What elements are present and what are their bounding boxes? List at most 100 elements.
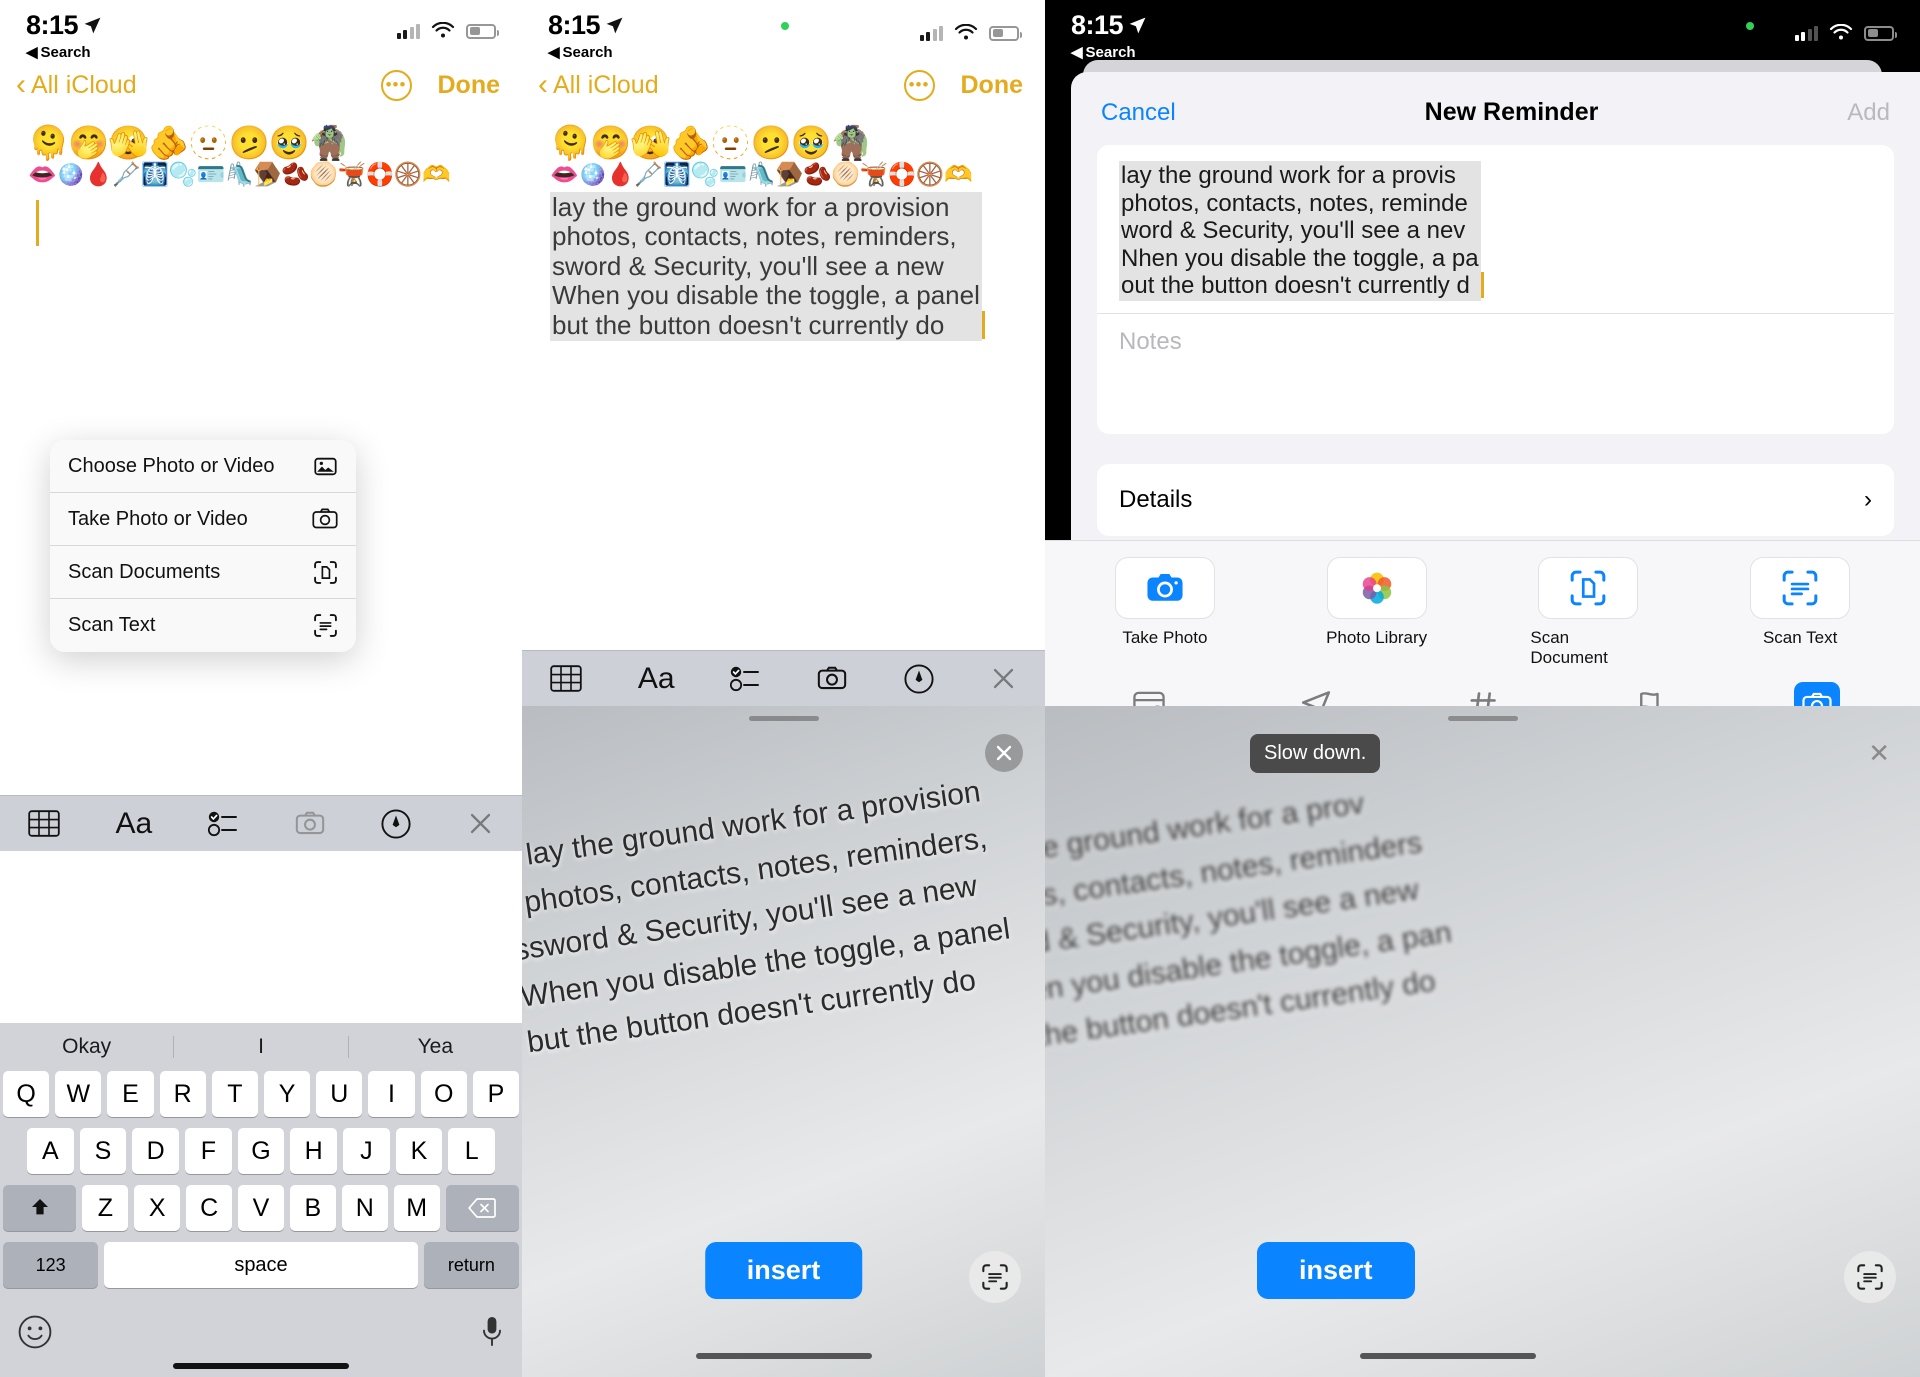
- text-line: When you disable the toggle, a panel: [552, 280, 980, 311]
- status-back-to-search[interactable]: ◀ Search: [548, 43, 624, 62]
- return-key[interactable]: return: [423, 1242, 519, 1288]
- table-icon[interactable]: [550, 665, 582, 692]
- emoji: 🫕: [859, 161, 889, 187]
- key-c[interactable]: C: [186, 1185, 233, 1231]
- status-time: 8:15: [548, 10, 601, 40]
- emoji-smiley-icon[interactable]: [18, 1315, 52, 1349]
- cellular-signal-icon: [396, 23, 420, 39]
- quick-action-scan-text[interactable]: Scan Text: [1742, 557, 1858, 668]
- key-u[interactable]: U: [316, 1071, 363, 1117]
- format-button[interactable]: Aa: [116, 807, 153, 841]
- key-j[interactable]: J: [343, 1128, 390, 1174]
- checklist-icon[interactable]: [207, 810, 238, 837]
- live-text-scan-button[interactable]: [969, 1251, 1021, 1303]
- menu-item-scan-documents[interactable]: Scan Documents: [50, 546, 356, 599]
- reminder-notes-field[interactable]: Notes: [1097, 314, 1894, 434]
- markup-pen-icon[interactable]: [381, 808, 411, 839]
- notes-format-toolbar: Aa: [0, 795, 522, 851]
- cellular-signal-icon: [919, 25, 943, 41]
- key-g[interactable]: G: [237, 1128, 285, 1174]
- emoji: 🛝: [746, 161, 776, 187]
- close-icon[interactable]: [990, 665, 1017, 692]
- menu-item-take-photo-or-video[interactable]: Take Photo or Video: [50, 493, 356, 546]
- camera-document-text: o lay the ground work for a provision , …: [522, 768, 1019, 1067]
- close-camera-button[interactable]: ✕: [1868, 738, 1890, 769]
- key-d[interactable]: D: [132, 1128, 179, 1174]
- key-e[interactable]: E: [107, 1071, 154, 1117]
- emoji: 🧌: [308, 124, 350, 161]
- key-z[interactable]: Z: [82, 1185, 129, 1231]
- key-v[interactable]: V: [238, 1185, 284, 1231]
- text-line: lay the ground work for a provis: [1121, 162, 1456, 189]
- key-f[interactable]: F: [185, 1128, 232, 1174]
- status-back-to-search[interactable]: ◀ Search: [1071, 43, 1147, 62]
- nav-done-button[interactable]: Done: [961, 71, 1024, 100]
- live-text-scan-button[interactable]: [1844, 1251, 1896, 1303]
- key-r[interactable]: R: [159, 1071, 206, 1117]
- key-a[interactable]: A: [26, 1128, 74, 1174]
- key-p[interactable]: P: [472, 1071, 520, 1117]
- suggestion-2[interactable]: I: [174, 1035, 347, 1059]
- nav-back-all-icloud[interactable]: ‹ All iCloud: [538, 70, 659, 100]
- key-h[interactable]: H: [290, 1128, 338, 1174]
- key-t[interactable]: T: [211, 1071, 258, 1117]
- nav-done-button[interactable]: Done: [438, 71, 501, 100]
- key-x[interactable]: X: [134, 1185, 181, 1231]
- key-l[interactable]: L: [448, 1128, 496, 1174]
- close-camera-button[interactable]: [985, 734, 1023, 772]
- add-button[interactable]: Add: [1847, 99, 1890, 127]
- ellipsis-circle-icon[interactable]: •••: [380, 69, 412, 101]
- details-row[interactable]: Details ›: [1097, 463, 1894, 536]
- checklist-icon[interactable]: [730, 665, 760, 692]
- space-key[interactable]: space: [104, 1242, 418, 1288]
- key-i[interactable]: I: [368, 1071, 415, 1117]
- insert-button[interactable]: insert: [1257, 1242, 1415, 1299]
- key-n[interactable]: N: [341, 1185, 388, 1231]
- keyboard-row-4: 123 space return: [3, 1242, 519, 1288]
- emoji: 🛝: [224, 161, 254, 187]
- key-y[interactable]: Y: [264, 1071, 311, 1117]
- sheet-grabber[interactable]: [748, 716, 819, 721]
- key-w[interactable]: W: [55, 1071, 102, 1117]
- shift-key[interactable]: [3, 1185, 77, 1231]
- menu-item-choose-photo-or-video[interactable]: Choose Photo or Video: [50, 440, 356, 493]
- key-k[interactable]: K: [395, 1128, 443, 1174]
- status-back-to-search[interactable]: ◀ Search: [26, 43, 102, 62]
- nav-back-all-icloud[interactable]: ‹ All iCloud: [16, 70, 137, 100]
- insert-button[interactable]: insert: [704, 1242, 863, 1299]
- suggestion-1[interactable]: Okay: [0, 1035, 173, 1059]
- cellular-signal-icon: [1794, 25, 1818, 41]
- quick-action-photo-library[interactable]: Photo Library: [1319, 557, 1435, 668]
- text-line: Nhen you disable the toggle, a pa: [1121, 244, 1479, 272]
- close-circle-icon: [996, 745, 1012, 761]
- sheet-grabber[interactable]: [1447, 716, 1518, 721]
- ellipsis-circle-icon[interactable]: •••: [903, 69, 935, 101]
- key-m[interactable]: M: [393, 1185, 440, 1231]
- numbers-key[interactable]: 123: [3, 1242, 99, 1288]
- notes-nav-bar: ‹ All iCloud ••• Done: [522, 58, 1045, 108]
- scanned-text-block[interactable]: lay the ground work for a provision phot…: [550, 192, 1025, 341]
- shift-up-icon: [31, 1199, 48, 1215]
- camera-icon[interactable]: [816, 665, 848, 692]
- reminder-title-field[interactable]: lay the ground work for a provis photos,…: [1097, 145, 1894, 314]
- markup-pen-icon[interactable]: [904, 663, 934, 694]
- quick-action-label: Take Photo: [1122, 628, 1208, 647]
- key-b[interactable]: B: [289, 1185, 336, 1231]
- home-indicator: [695, 1353, 872, 1359]
- quick-action-scan-document[interactable]: Scan Document: [1530, 557, 1646, 668]
- microphone-icon[interactable]: [480, 1315, 504, 1349]
- text-line: photos, contacts, notes, reminders,: [552, 221, 957, 252]
- format-button[interactable]: Aa: [638, 662, 675, 696]
- cancel-button[interactable]: Cancel: [1101, 99, 1176, 127]
- key-o[interactable]: O: [420, 1071, 467, 1117]
- key-q[interactable]: Q: [2, 1071, 50, 1117]
- home-indicator: [173, 1363, 349, 1369]
- close-icon[interactable]: [467, 810, 494, 837]
- menu-item-scan-text[interactable]: Scan Text: [50, 599, 356, 652]
- suggestion-3[interactable]: Yea: [349, 1035, 522, 1059]
- camera-icon[interactable]: [294, 810, 326, 837]
- key-s[interactable]: S: [79, 1128, 127, 1174]
- quick-action-take-photo[interactable]: Take Photo: [1107, 557, 1223, 668]
- table-icon[interactable]: [28, 810, 60, 837]
- delete-key[interactable]: [445, 1185, 519, 1231]
